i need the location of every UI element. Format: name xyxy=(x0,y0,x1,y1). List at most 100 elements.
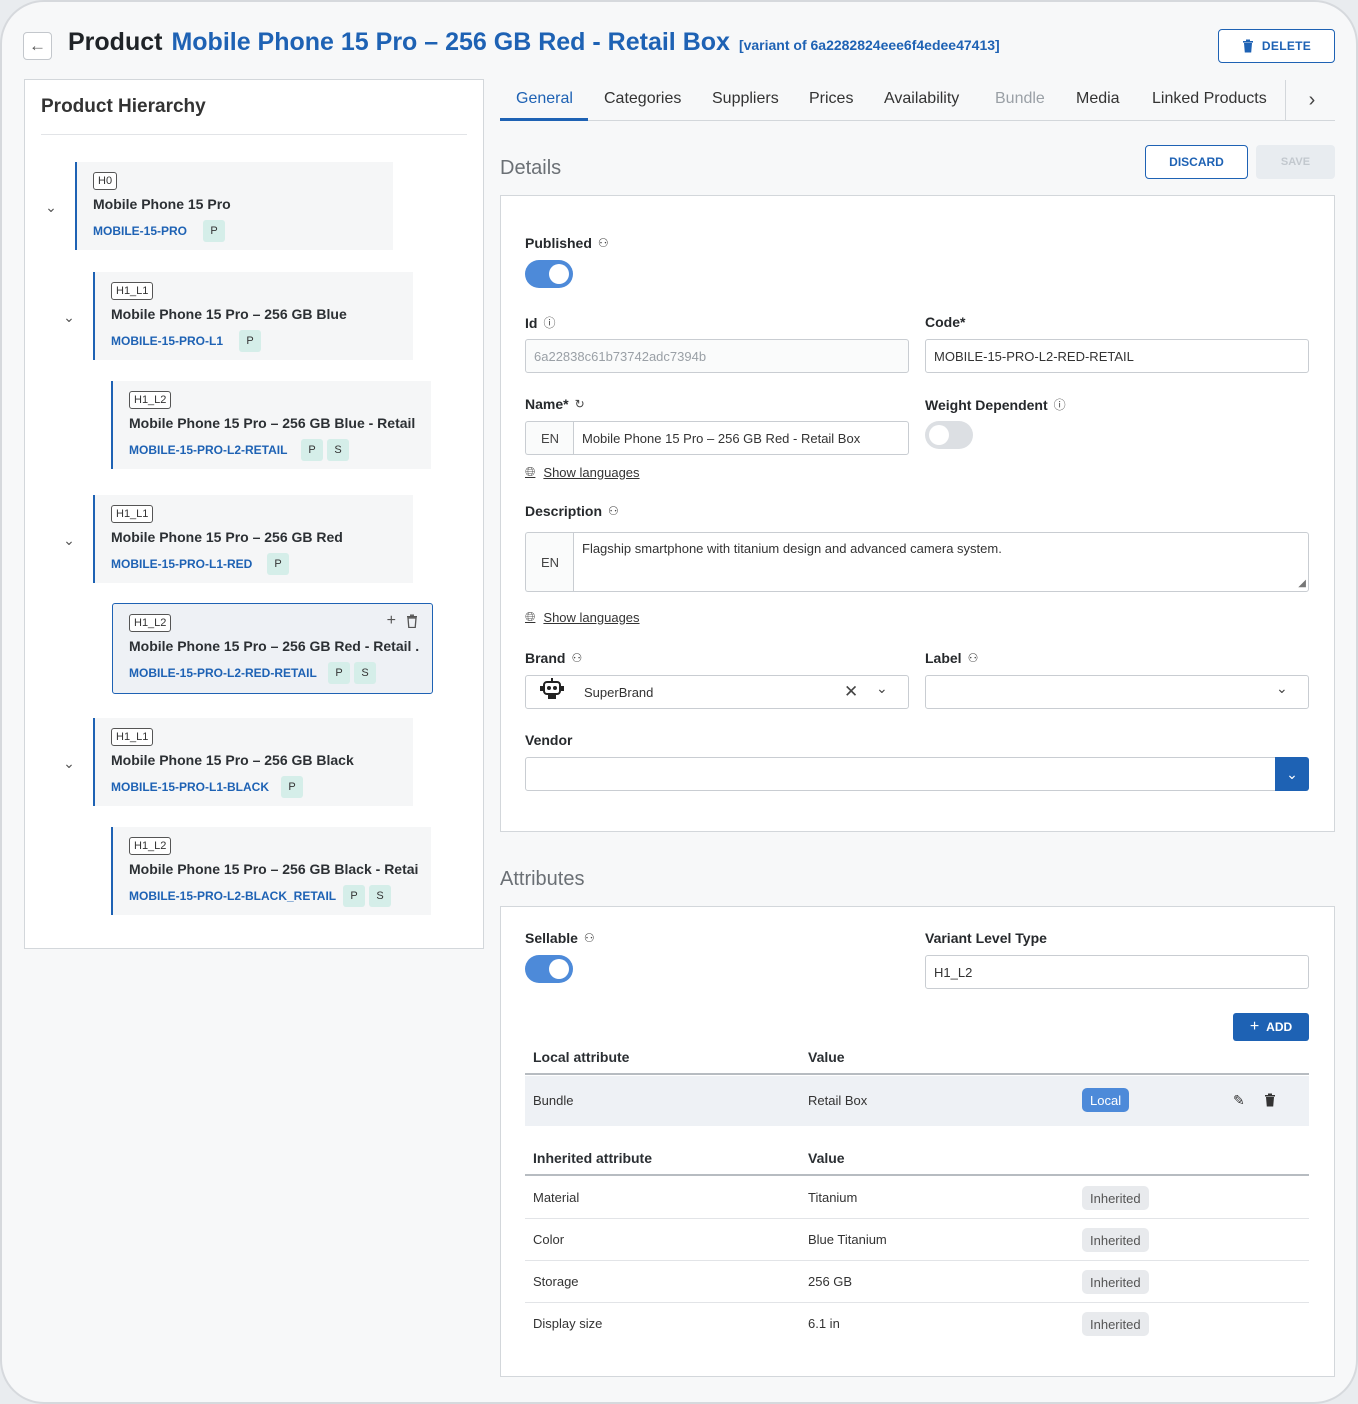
hierarchy-icon: ⚇ xyxy=(608,504,619,518)
title-product-name: Mobile Phone 15 Pro – 256 GB Red - Retai… xyxy=(171,28,730,56)
globe-icon: 🌐︎ xyxy=(525,609,536,624)
delete-button[interactable]: DELETE xyxy=(1218,29,1335,63)
save-button[interactable]: SAVE xyxy=(1256,145,1335,179)
variant-level-label: Variant Level Type xyxy=(925,930,1047,946)
attribute-value: 6.1 in xyxy=(808,1316,840,1331)
variant-note: [variant of 6a2282824eee6f4edee47413] xyxy=(738,37,1000,53)
discard-button[interactable]: DISCARD xyxy=(1145,145,1248,179)
chip-p: P xyxy=(343,885,365,907)
plus-icon: + xyxy=(1249,1018,1260,1035)
chip-p: P xyxy=(203,220,225,242)
description-text: Flagship smartphone with titanium design… xyxy=(582,541,1002,556)
hierarchy-title: Product Hierarchy xyxy=(41,96,206,117)
hierarchy-node[interactable]: H1_L1 Mobile Phone 15 Pro – 256 GB Blue … xyxy=(93,272,413,360)
inherited-attribute-header: Inherited attribute xyxy=(533,1150,653,1166)
divider xyxy=(41,134,467,135)
chevron-down-icon[interactable]: ⌄ xyxy=(876,680,888,697)
node-code: MOBILE-15-PRO-L1-BLACK xyxy=(111,780,269,794)
status-badge: Inherited xyxy=(1082,1312,1149,1336)
node-name: Mobile Phone 15 Pro – 256 GB Red xyxy=(111,529,343,545)
robot-icon xyxy=(540,678,564,699)
back-button[interactable]: ← xyxy=(23,32,52,60)
chevron-down-icon[interactable]: ⌄ xyxy=(1276,680,1288,697)
chevron-down-icon[interactable]: ⌄ xyxy=(42,198,60,216)
label-select[interactable] xyxy=(925,675,1309,709)
node-name: Mobile Phone 15 Pro – 256 GB Red - Retai… xyxy=(129,638,419,654)
hierarchy-node-selected[interactable]: H1_L2 + Mobile Phone 15 Pro – 256 GB Red… xyxy=(112,603,433,694)
status-badge: Inherited xyxy=(1082,1186,1149,1210)
details-card xyxy=(500,195,1335,832)
level-badge: H1_L1 xyxy=(111,282,154,300)
brand-value: SuperBrand xyxy=(584,684,654,700)
add-attribute-button[interactable]: + ADD xyxy=(1233,1013,1309,1041)
sellable-toggle[interactable] xyxy=(525,955,573,983)
divider xyxy=(525,1073,1309,1075)
title-prefix: Product xyxy=(68,28,163,56)
chevron-down-icon: ⌄ xyxy=(1286,765,1298,782)
node-name: Mobile Phone 15 Pro – 256 GB Black xyxy=(111,752,354,768)
level-badge: H1_L2 xyxy=(129,837,172,855)
code-field[interactable]: MOBILE-15-PRO-L2-RED-RETAIL xyxy=(925,339,1309,373)
chip-s: S xyxy=(354,662,376,684)
hierarchy-node[interactable]: H1_L1 Mobile Phone 15 Pro – 256 GB Red M… xyxy=(93,495,413,583)
attribute-value: 256 GB xyxy=(808,1274,853,1289)
tab-prices[interactable]: Prices xyxy=(809,90,853,108)
id-field: 6a22838c61b73742adc7394b xyxy=(525,339,909,373)
code-label: Code* xyxy=(925,314,966,330)
globe-icon: 🌐︎ xyxy=(525,464,536,479)
resize-handle-icon[interactable]: ◢ xyxy=(1298,578,1306,589)
chevron-down-icon[interactable]: ⌄ xyxy=(60,754,78,772)
level-badge: H1_L1 xyxy=(111,728,154,746)
hierarchy-icon: ⚇ xyxy=(571,651,583,665)
trash-icon[interactable] xyxy=(1264,1093,1276,1107)
show-languages-link[interactable]: 🌐︎ Show languages xyxy=(525,609,640,625)
variant-level-field[interactable]: H1_L2 xyxy=(925,955,1309,989)
info-icon: ⓘ xyxy=(1053,398,1066,412)
vendor-dropdown-button[interactable]: ⌄ xyxy=(1275,757,1309,791)
local-value-header: Value xyxy=(808,1049,845,1065)
chevron-right-icon[interactable]: › xyxy=(1300,88,1324,112)
table-row[interactable] xyxy=(525,1076,1309,1126)
chip-p: P xyxy=(301,439,323,461)
inherited-value-header: Value xyxy=(808,1150,845,1166)
show-languages-link[interactable]: 🌐︎ Show languages xyxy=(525,464,640,480)
weight-dependent-toggle[interactable] xyxy=(925,421,973,449)
node-name: Mobile Phone 15 Pro – 256 GB Black - Ret… xyxy=(129,861,419,877)
hierarchy-node[interactable]: H1_L1 Mobile Phone 15 Pro – 256 GB Black… xyxy=(93,718,413,806)
attribute-name: Bundle xyxy=(533,1093,574,1108)
name-language: EN xyxy=(525,421,574,455)
chevron-down-icon[interactable]: ⌄ xyxy=(60,531,78,549)
hierarchy-node[interactable]: H1_L2 Mobile Phone 15 Pro – 256 GB Blue … xyxy=(111,381,431,469)
tab-linked-products[interactable]: Linked Products xyxy=(1152,90,1267,108)
arrow-left-icon: ← xyxy=(29,36,46,55)
level-badge: H1_L2 xyxy=(129,614,172,632)
app-window: ← Product Mobile Phone 15 Pro – 256 GB R… xyxy=(0,0,1358,1404)
plus-icon[interactable]: + xyxy=(387,612,396,630)
attribute-name: Material xyxy=(533,1190,580,1205)
hierarchy-icon: ⚇ xyxy=(597,236,609,250)
tab-categories[interactable]: Categories xyxy=(604,90,681,108)
page-title: Product Mobile Phone 15 Pro – 256 GB Red… xyxy=(68,28,1000,64)
reset-icon[interactable]: ↻ xyxy=(575,397,585,411)
tab-availability[interactable]: Availability xyxy=(884,90,959,108)
hierarchy-node[interactable]: H1_L2 Mobile Phone 15 Pro – 256 GB Black… xyxy=(111,827,431,915)
tab-general[interactable]: General xyxy=(516,90,573,108)
attribute-name: Storage xyxy=(533,1274,579,1289)
status-badge: Inherited xyxy=(1082,1228,1149,1252)
description-field[interactable]: Flagship smartphone with titanium design… xyxy=(573,532,1309,592)
hierarchy-node[interactable]: H0 Mobile Phone 15 Pro MOBILE-15-PRO P xyxy=(75,162,393,250)
name-label: Name* ↻ xyxy=(525,396,585,412)
name-field[interactable]: Mobile Phone 15 Pro – 256 GB Red - Retai… xyxy=(573,421,909,455)
chevron-down-icon[interactable]: ⌄ xyxy=(60,308,78,326)
clear-icon[interactable]: ✕ xyxy=(844,682,858,702)
attribute-name: Display size xyxy=(533,1316,603,1331)
attributes-title: Attributes xyxy=(500,868,585,890)
vendor-select[interactable] xyxy=(525,757,1276,791)
published-toggle[interactable] xyxy=(525,260,573,288)
trash-icon[interactable] xyxy=(406,614,418,628)
pencil-icon[interactable]: ✎ xyxy=(1233,1092,1245,1109)
active-tab-indicator xyxy=(500,118,588,121)
tab-suppliers[interactable]: Suppliers xyxy=(712,90,779,108)
node-code: MOBILE-15-PRO-L1-RED xyxy=(111,557,253,571)
tab-media[interactable]: Media xyxy=(1076,90,1120,108)
